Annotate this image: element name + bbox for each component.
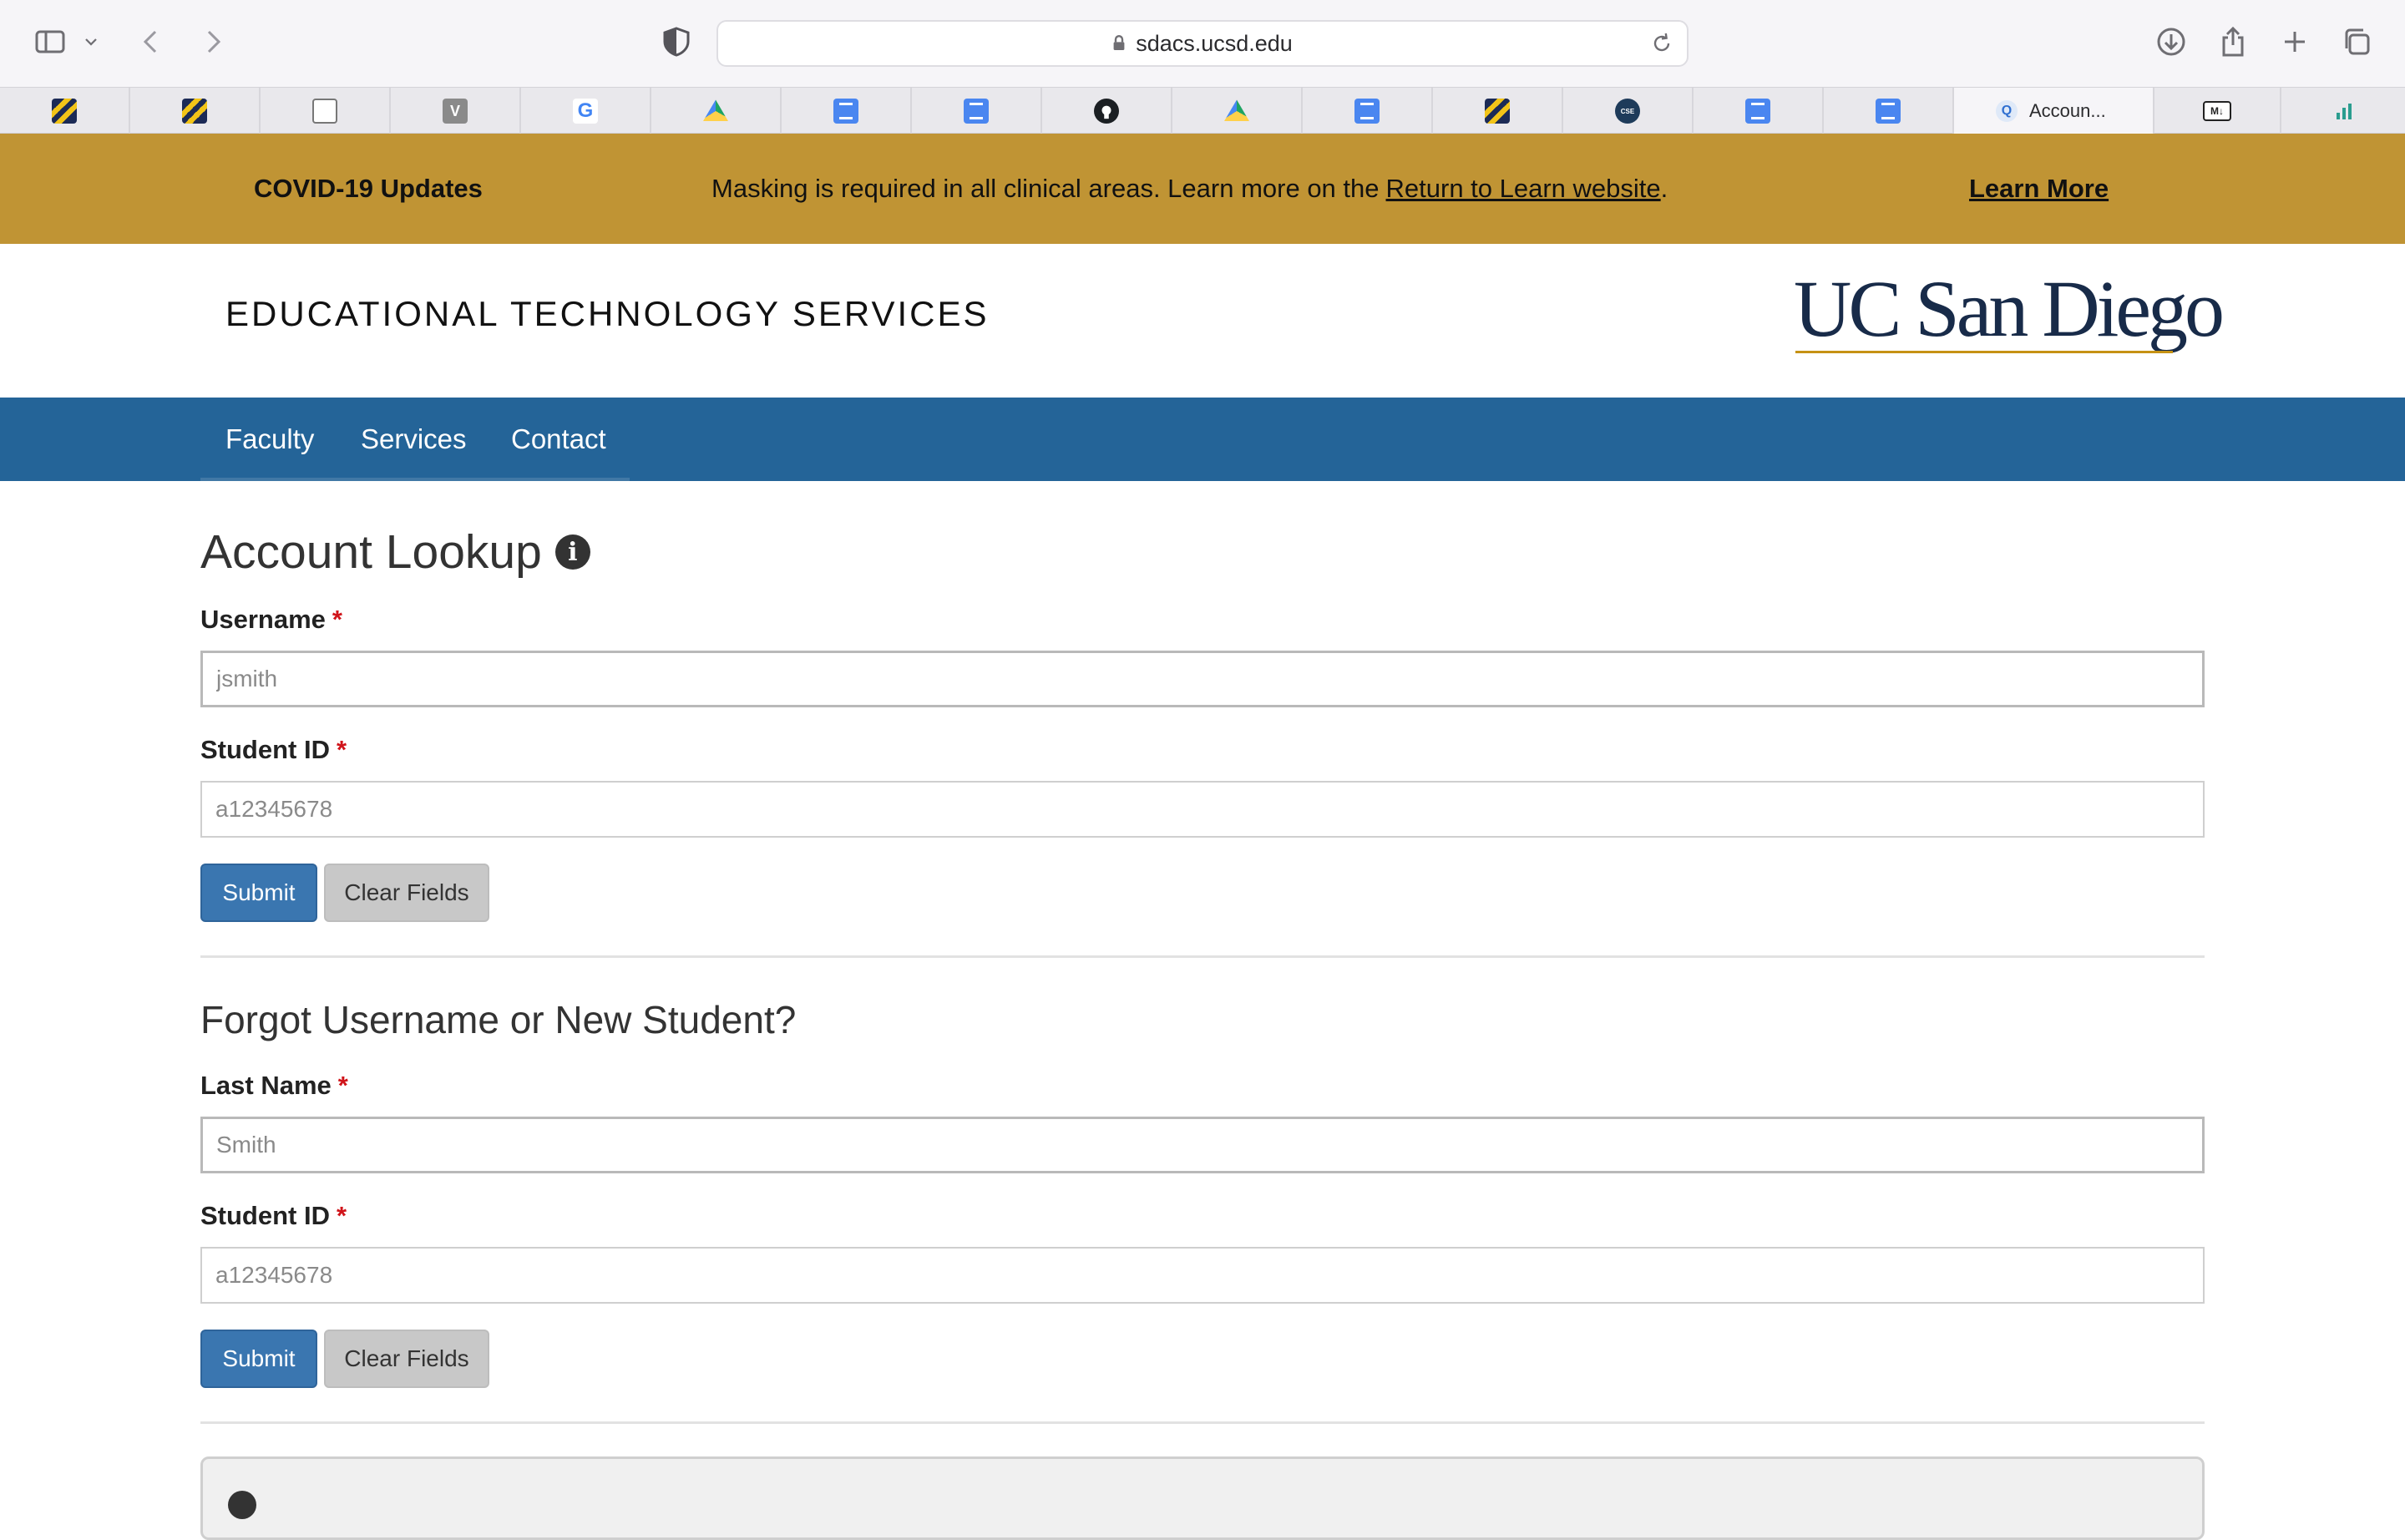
username-input[interactable] (200, 651, 2205, 707)
bars-icon (2332, 99, 2357, 124)
address-bar[interactable]: sdacs.ucsd.edu (716, 20, 1689, 67)
last-name-label-text: Last Name (200, 1071, 332, 1100)
browser-tab[interactable] (1303, 88, 1433, 134)
docs-icon (1745, 99, 1770, 124)
site-title[interactable]: EDUCATIONAL TECHNOLOGY SERVICES (225, 294, 990, 334)
last-name-label: Last Name * (200, 1071, 348, 1101)
last-name-input[interactable] (200, 1117, 2205, 1173)
student-id-label: Student ID * (200, 735, 347, 765)
markdown-icon: M↓ (2203, 101, 2231, 121)
page-title: Account Lookup (200, 525, 542, 579)
banner-title: COVID-19 Updates (254, 174, 483, 203)
nav-menu: Faculty Services Contact (200, 398, 630, 481)
nav-item-faculty[interactable]: Faculty (225, 398, 314, 481)
notes-icon (312, 99, 337, 124)
browser-tab[interactable] (1433, 88, 1563, 134)
return-to-learn-link[interactable]: Return to Learn website (1386, 174, 1661, 204)
forgot-student-id-label: Student ID * (200, 1201, 347, 1231)
tab-title: Accoun... (2029, 100, 2106, 121)
required-marker: * (337, 1071, 348, 1100)
required-marker: * (332, 605, 342, 634)
student-id-label-text: Student ID (200, 735, 330, 764)
privacy-shield-icon[interactable] (658, 23, 695, 60)
new-tab-icon[interactable] (2276, 23, 2313, 60)
browser-tab[interactable] (0, 88, 130, 134)
forgot-clear-fields-button[interactable]: Clear Fields (324, 1330, 489, 1388)
forgot-student-id-input[interactable] (200, 1247, 2205, 1304)
browser-tab[interactable] (1042, 88, 1172, 134)
tab-overview-icon[interactable] (2338, 23, 2375, 60)
browser-tab[interactable] (130, 88, 261, 134)
section-divider (200, 1421, 2205, 1424)
browser-toolbar: sdacs.ucsd.edu (0, 0, 2405, 87)
forgot-submit-button[interactable]: Submit (200, 1330, 317, 1388)
banner-period: . (1660, 174, 1668, 203)
required-marker: * (337, 1201, 347, 1230)
browser-tab[interactable]: M↓ (2154, 88, 2281, 134)
username-label-text: Username (200, 605, 326, 634)
browser-tab[interactable]: V (391, 88, 521, 134)
reload-icon[interactable] (1648, 30, 1675, 63)
logo-underline (1795, 351, 2173, 353)
tab-bar: V G CSE Q Accoun... M↓ (0, 87, 2405, 134)
v-icon: V (443, 99, 468, 124)
browser-tab[interactable] (2281, 88, 2405, 134)
cse-icon: CSE (1615, 99, 1640, 124)
info-icon (228, 1491, 256, 1519)
download-icon[interactable] (2153, 23, 2190, 60)
back-icon[interactable] (134, 23, 170, 60)
forgot-username-heading: Forgot Username or New Student? (200, 998, 797, 1041)
account-lookup-heading: Account Lookup i (200, 524, 590, 580)
uc-san-diego-logo[interactable]: UC San Diego (1794, 269, 2225, 349)
username-label: Username * (200, 605, 342, 635)
banner-message-text: Masking is required in all clinical area… (711, 174, 1380, 203)
stripe-icon (1485, 99, 1510, 124)
browser-tab[interactable] (651, 88, 782, 134)
covid-banner: COVID-19 Updates Masking is required in … (0, 134, 2405, 244)
docs-icon (1876, 99, 1901, 124)
info-panel (200, 1456, 2205, 1540)
site-header: EDUCATIONAL TECHNOLOGY SERVICES UC San D… (0, 244, 2405, 398)
browser-tab[interactable] (1824, 88, 1954, 134)
stripe-icon (182, 99, 207, 124)
docs-icon (1354, 99, 1380, 124)
learn-more-link[interactable]: Learn More (1969, 134, 2109, 244)
nav-item-services[interactable]: Services (361, 398, 467, 481)
student-id-input[interactable] (200, 781, 2205, 838)
url-text: sdacs.ucsd.edu (1136, 30, 1293, 56)
stripe-icon (52, 99, 77, 124)
drive-icon (1224, 99, 1249, 121)
browser-tab[interactable] (1694, 88, 1824, 134)
google-icon: G (573, 99, 598, 124)
browser-tab[interactable] (782, 88, 912, 134)
browser-tab[interactable]: G (521, 88, 651, 134)
chevron-down-icon[interactable] (78, 23, 104, 60)
sidebar-icon[interactable] (32, 23, 68, 60)
main-nav: Faculty Services Contact (0, 398, 2405, 481)
banner-message: Masking is required in all clinical area… (711, 134, 1668, 244)
account-icon: Q (1996, 100, 2018, 122)
info-icon[interactable]: i (554, 534, 590, 570)
forgot-student-id-label-text: Student ID (200, 1201, 330, 1230)
browser-tab[interactable] (1172, 88, 1303, 134)
docs-icon (964, 99, 989, 124)
drive-icon (703, 99, 728, 121)
browser-tab[interactable] (261, 88, 391, 134)
github-icon (1094, 99, 1119, 124)
clear-fields-button[interactable]: Clear Fields (324, 864, 489, 922)
section-divider (200, 955, 2205, 958)
browser-tab[interactable] (912, 88, 1042, 134)
browser-tab[interactable]: CSE (1563, 88, 1694, 134)
lock-icon (1112, 35, 1126, 52)
share-icon[interactable] (2215, 23, 2251, 60)
browser-tab[interactable]: Q Accoun... (1954, 88, 2154, 134)
nav-item-contact[interactable]: Contact (511, 398, 606, 481)
forward-icon[interactable] (194, 23, 230, 60)
submit-button[interactable]: Submit (200, 864, 317, 922)
required-marker: * (337, 735, 347, 764)
docs-icon (833, 99, 858, 124)
